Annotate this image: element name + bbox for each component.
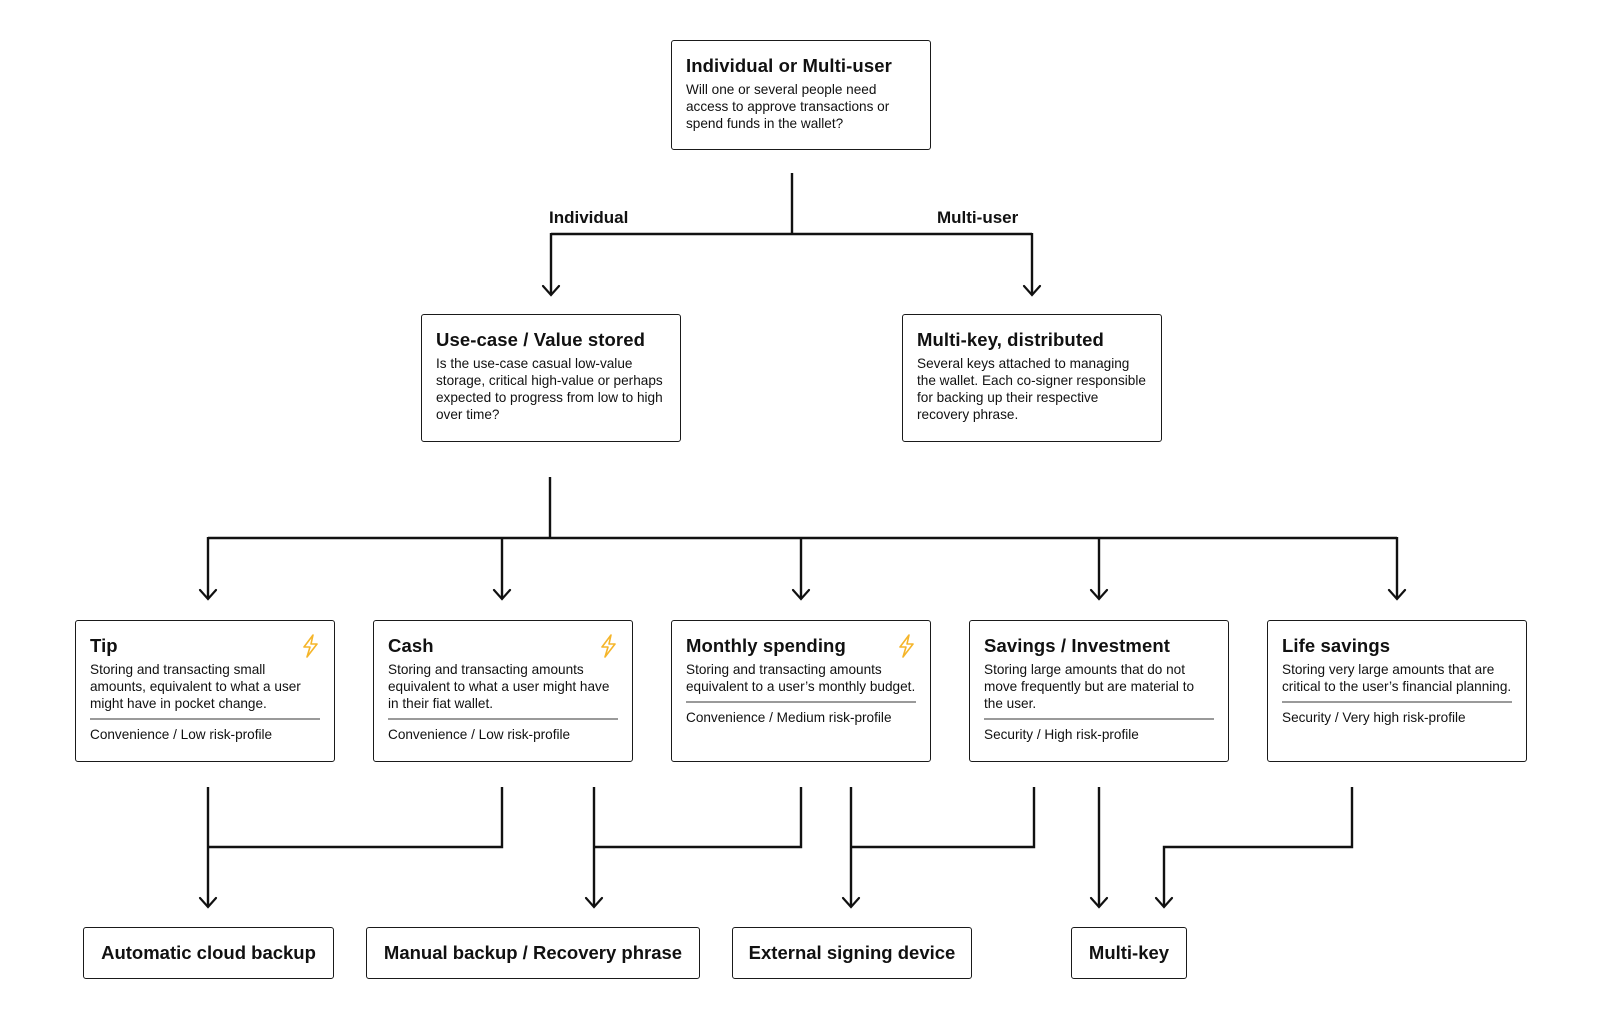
card-description: Storing and transacting amounts equivale… [686, 662, 916, 694]
use-case-question-box: Use-case / Value stored Is the use-case … [421, 314, 681, 442]
root-question-box: Individual or Multi-user Will one or sev… [671, 40, 931, 150]
branch-label-multi-user: Multi-user [937, 208, 1019, 227]
card-divider [388, 718, 618, 720]
outcome-manual-backup: Manual backup / Recovery phrase [366, 927, 700, 979]
card-divider [984, 718, 1214, 720]
connector-tip-cash-to-cloud [206, 787, 504, 907]
card-description: Storing and transacting small amounts, e… [90, 662, 301, 711]
use-case-card-cash: Cash Storing and transacting amounts equ… [373, 620, 633, 762]
connector-life-to-multikey [1162, 787, 1354, 907]
card-title: Savings / Investment [984, 635, 1171, 656]
use-case-card-monthly-spending: Monthly spending Storing and transacting… [671, 620, 931, 762]
card-description: Storing and transacting amounts equivale… [388, 662, 610, 711]
card-divider [90, 718, 320, 720]
multi-key-text: Several keys attached to managing the wa… [917, 356, 1146, 422]
outcome-multi-key: Multi-key [1071, 927, 1187, 979]
card-title: Cash [388, 635, 434, 656]
card-title: Monthly spending [686, 635, 846, 656]
use-case-card-tip: Tip Storing and transacting small amount… [75, 620, 335, 762]
card-divider [1282, 701, 1512, 703]
card-description: Storing large amounts that do not move f… [984, 662, 1195, 711]
multi-key-box: Multi-key, distributed Several keys atta… [902, 314, 1162, 442]
root-question-title: Individual or Multi-user [686, 55, 892, 76]
connector-usecase-split [208, 477, 1397, 540]
card-risk-profile: Convenience / Low risk-profile [388, 727, 571, 742]
card-divider [686, 701, 916, 703]
outcome-external-signing-device: External signing device [732, 927, 972, 979]
use-case-card-life-savings: Life savings Storing very large amounts … [1267, 620, 1527, 762]
card-risk-profile: Security / Very high risk-profile [1282, 710, 1466, 725]
outcome-automatic-cloud-backup: Automatic cloud backup [83, 927, 334, 979]
lightning-icon [601, 634, 616, 658]
branch-label-individual: Individual [549, 208, 629, 227]
use-case-question-title: Use-case / Value stored [436, 329, 645, 350]
card-risk-profile: Convenience / Low risk-profile [90, 727, 273, 742]
connector-cash-monthly-to-manual [592, 787, 803, 907]
root-question-text: Will one or several people need access t… [686, 82, 890, 131]
card-title: Tip [90, 635, 118, 656]
card-risk-profile: Security / High risk-profile [984, 727, 1139, 742]
use-case-question-text: Is the use-case casual low-value storage… [436, 356, 663, 422]
card-risk-profile: Convenience / Medium risk-profile [686, 710, 892, 725]
lightning-icon [303, 634, 318, 658]
connector-monthly-savings-to-external [849, 787, 1036, 907]
lightning-icon [899, 634, 914, 658]
card-description: Storing very large amounts that are crit… [1282, 662, 1512, 694]
connector-lines [198, 173, 1407, 909]
multi-key-title: Multi-key, distributed [917, 329, 1104, 350]
use-case-card-savings-investment: Savings / Investment Storing large amoun… [969, 620, 1229, 762]
card-title: Life savings [1282, 635, 1391, 656]
